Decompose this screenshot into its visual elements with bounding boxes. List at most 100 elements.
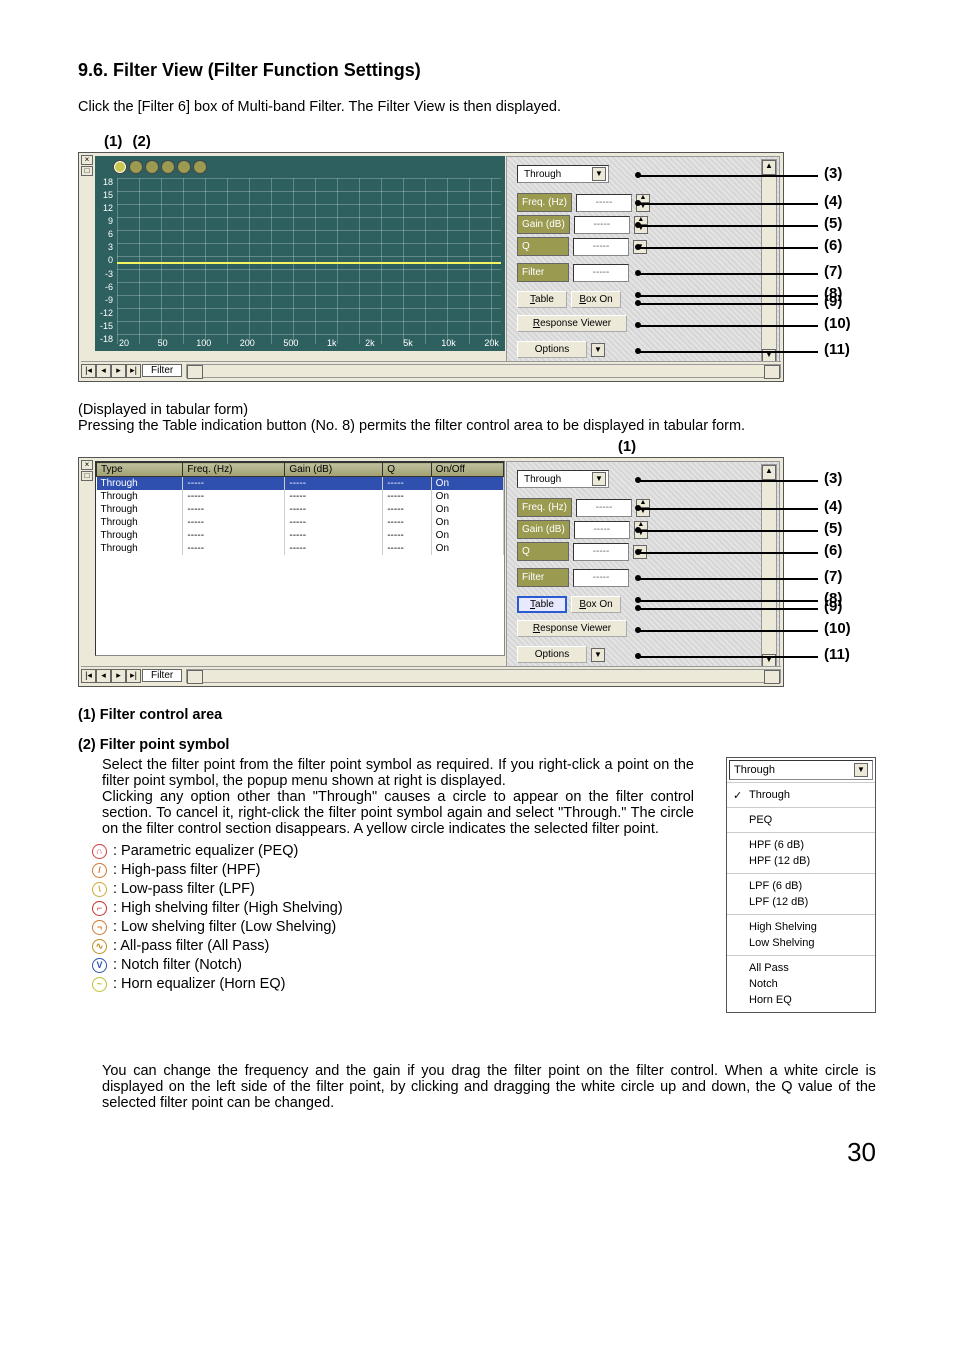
table-row[interactable]: Through---------------On xyxy=(97,477,504,491)
table-header[interactable]: On/Off xyxy=(431,463,503,477)
table-header[interactable]: Q xyxy=(383,463,431,477)
options-dropdown-icon[interactable]: ▼ xyxy=(591,648,605,662)
popup-menu-item[interactable]: Through xyxy=(727,787,875,803)
window-close-icon[interactable]: × xyxy=(81,460,93,470)
popup-menu-item[interactable]: PEQ xyxy=(727,812,875,828)
dropdown-arrow-icon[interactable]: ▼ xyxy=(592,167,606,181)
fig1-top-labels: (1) (2) xyxy=(78,133,876,150)
table-header[interactable]: Freq. (Hz) xyxy=(183,463,285,477)
table-button[interactable]: Table xyxy=(517,596,567,613)
tabular-form-desc: Pressing the Table indication button (No… xyxy=(78,418,876,434)
filter-point-3[interactable] xyxy=(145,160,159,174)
item-2-p2: Clicking any option other than "Through"… xyxy=(102,789,694,837)
popup-menu-item[interactable]: LPF (6 dB) xyxy=(727,878,875,894)
window-close-icon[interactable]: × xyxy=(81,155,93,165)
popup-menu-item[interactable]: HPF (6 dB) xyxy=(727,837,875,853)
gain-field[interactable]: ----- xyxy=(574,216,630,234)
table-header[interactable]: Gain (dB) xyxy=(285,463,383,477)
table-cell: Through xyxy=(97,516,183,529)
table-row[interactable]: Through---------------On xyxy=(97,503,504,516)
panel-scrollbar[interactable]: ▲ ▼ xyxy=(761,159,777,365)
freq-label: Freq. (Hz) xyxy=(517,193,572,212)
freq-field[interactable]: ----- xyxy=(576,194,632,212)
filter-type-label: : Notch filter (Notch) xyxy=(113,957,242,973)
filter-point-symbols[interactable] xyxy=(113,160,207,174)
item-1-heading: (1) Filter control area xyxy=(78,707,876,723)
filter-type-icon-list: ∩ : Parametric equalizer (PEQ) / : High-… xyxy=(92,843,694,992)
filter-point-4[interactable] xyxy=(161,160,175,174)
table-cell: ----- xyxy=(285,542,383,555)
table-row[interactable]: Through---------------On xyxy=(97,490,504,503)
window-restore-icon[interactable]: □ xyxy=(81,166,93,176)
filter-type-icon: \ xyxy=(92,882,107,897)
options-button[interactable]: Options xyxy=(517,646,587,663)
options-dropdown-icon[interactable]: ▼ xyxy=(591,343,605,357)
tab-first-icon[interactable]: |◂ xyxy=(81,364,96,378)
gain-label: Gain (dB) xyxy=(517,520,570,539)
box-on-button[interactable]: Box On xyxy=(571,596,621,613)
table-row[interactable]: Through---------------On xyxy=(97,516,504,529)
popup-menu-item[interactable]: Low Shelving xyxy=(727,935,875,951)
table-row[interactable]: Through---------------On xyxy=(97,529,504,542)
tab-prev-icon[interactable]: ◂ xyxy=(96,364,111,378)
gain-field[interactable]: ----- xyxy=(574,521,630,539)
popup-type-dropdown[interactable]: Through ▼ xyxy=(729,760,873,780)
tab-prev-icon[interactable]: ◂ xyxy=(96,669,111,683)
filter-view-window-graph: × □ 1815129630-3-6-9-12-15-18 2050100200… xyxy=(78,152,784,382)
response-viewer-button[interactable]: Response Viewer xyxy=(517,620,627,637)
popup-menu-item[interactable]: LPF (12 dB) xyxy=(727,894,875,910)
tab-next-icon[interactable]: ▸ xyxy=(111,364,126,378)
popup-menu-item[interactable]: HPF (12 dB) xyxy=(727,853,875,869)
filter-point-1[interactable] xyxy=(113,160,127,174)
filter-onoff-label: Filter xyxy=(517,263,569,282)
filter-onoff-field[interactable]: ----- xyxy=(573,264,629,282)
type-dropdown[interactable]: Through▼ xyxy=(517,165,609,183)
filter-onoff-field[interactable]: ----- xyxy=(573,569,629,587)
table-cell: ----- xyxy=(183,490,285,503)
table-row[interactable]: Through---------------On xyxy=(97,542,504,555)
popup-menu-item[interactable]: High Shelving xyxy=(727,919,875,935)
filter-graph-area[interactable]: 1815129630-3-6-9-12-15-18 20501002005001… xyxy=(95,156,505,351)
table-cell: ----- xyxy=(285,503,383,516)
dropdown-arrow-icon[interactable]: ▼ xyxy=(854,763,868,777)
filter-point-5[interactable] xyxy=(177,160,191,174)
filter-type-label: : High-pass filter (HPF) xyxy=(113,862,260,878)
window-restore-icon[interactable]: □ xyxy=(81,471,93,481)
options-button[interactable]: Options xyxy=(517,341,587,358)
item-2-p3: You can change the frequency and the gai… xyxy=(102,1063,876,1111)
horizontal-scrollbar[interactable] xyxy=(186,364,781,378)
filter-point-2[interactable] xyxy=(129,160,143,174)
tab-last-icon[interactable]: ▸| xyxy=(126,669,141,683)
box-on-button[interactable]: Box On xyxy=(571,291,621,308)
filter-table[interactable]: TypeFreq. (Hz)Gain (dB)QOn/Off Through--… xyxy=(95,461,505,656)
table-cell: On xyxy=(431,490,503,503)
filter-type-icon: / xyxy=(92,863,107,878)
popup-menu-item[interactable]: Notch xyxy=(727,976,875,992)
table-cell: ----- xyxy=(383,503,431,516)
panel-scrollbar[interactable]: ▲ ▼ xyxy=(761,464,777,670)
table-cell: ----- xyxy=(285,529,383,542)
table-cell: ----- xyxy=(285,516,383,529)
q-field[interactable]: ----- xyxy=(573,238,629,256)
response-viewer-button[interactable]: Response Viewer xyxy=(517,315,627,332)
filter-type-row: ¬ : Low shelving filter (Low Shelving) xyxy=(92,919,694,935)
freq-field[interactable]: ----- xyxy=(576,499,632,517)
q-field[interactable]: ----- xyxy=(573,543,629,561)
x-axis-ticks: 20501002005001k2k5k10k20k xyxy=(117,338,501,348)
filter-type-label: : Low shelving filter (Low Shelving) xyxy=(113,919,336,935)
y-axis-ticks: 1815129630-3-6-9-12-15-18 xyxy=(95,178,113,344)
filter-tab[interactable]: Filter xyxy=(142,364,182,377)
table-button[interactable]: Table xyxy=(517,291,567,308)
tab-last-icon[interactable]: ▸| xyxy=(126,364,141,378)
table-cell: On xyxy=(431,542,503,555)
dropdown-arrow-icon[interactable]: ▼ xyxy=(592,472,606,486)
filter-point-6[interactable] xyxy=(193,160,207,174)
tab-first-icon[interactable]: |◂ xyxy=(81,669,96,683)
horizontal-scrollbar[interactable] xyxy=(186,669,781,683)
popup-menu-item[interactable]: Horn EQ xyxy=(727,992,875,1008)
tab-next-icon[interactable]: ▸ xyxy=(111,669,126,683)
type-dropdown[interactable]: Through▼ xyxy=(517,470,609,488)
filter-tab[interactable]: Filter xyxy=(142,669,182,682)
table-header[interactable]: Type xyxy=(97,463,183,477)
popup-menu-item[interactable]: All Pass xyxy=(727,960,875,976)
